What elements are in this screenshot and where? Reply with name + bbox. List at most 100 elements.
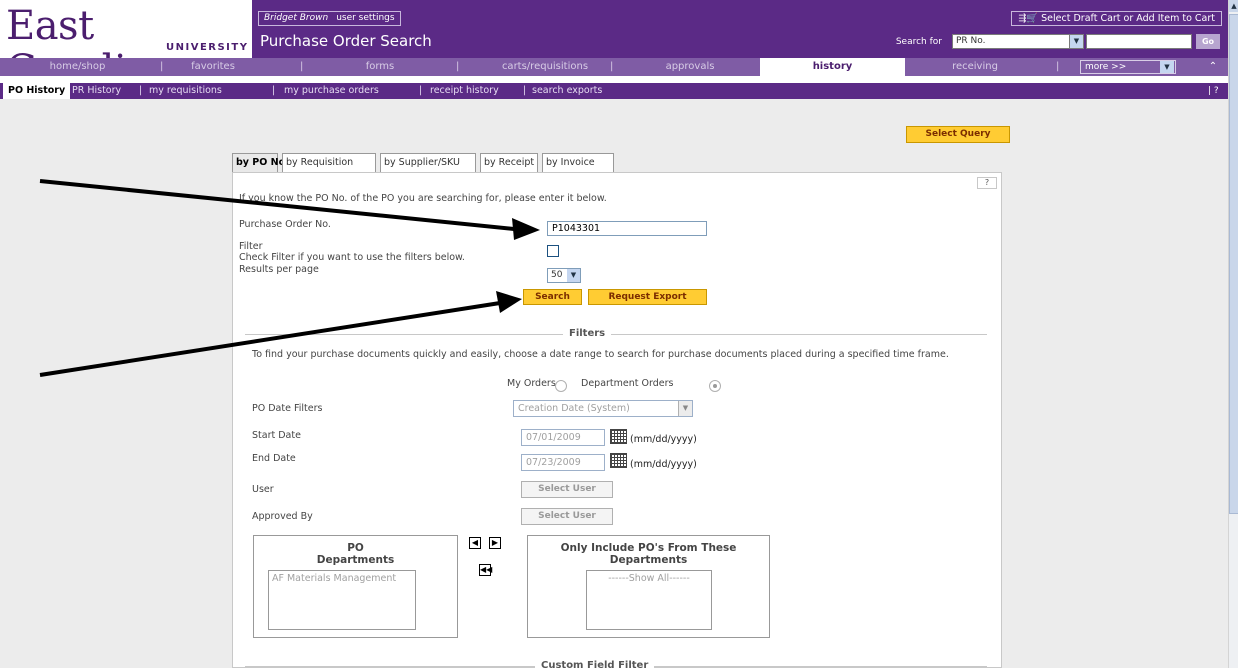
nav-separator: | bbox=[160, 61, 164, 72]
nav-separator: | bbox=[456, 61, 460, 72]
subnav-my-requisitions[interactable]: my requisitions bbox=[149, 83, 222, 99]
my-orders-radio[interactable] bbox=[555, 380, 567, 392]
more-label: more >> bbox=[1085, 62, 1127, 72]
end-date-label: End Date bbox=[252, 453, 296, 464]
search-for-label: Search for bbox=[895, 37, 942, 47]
results-per-page-select[interactable]: 50 ▼ bbox=[547, 268, 581, 283]
calendar-icon[interactable] bbox=[610, 453, 627, 468]
user-settings-link[interactable]: user settings bbox=[336, 13, 394, 23]
sub-nav: PO History PR History | my requisitions … bbox=[0, 76, 1228, 99]
panel-help-button[interactable]: ? bbox=[977, 177, 997, 189]
chevron-down-icon[interactable]: ▼ bbox=[1160, 61, 1174, 73]
select-user-button[interactable]: Select User bbox=[521, 481, 613, 498]
start-date-label: Start Date bbox=[252, 430, 301, 441]
move-right-icon[interactable]: ▶ bbox=[489, 537, 501, 549]
department-orders-radio[interactable] bbox=[709, 380, 721, 392]
start-date-format: (mm/dd/yyyy) bbox=[630, 434, 697, 445]
collapse-icon[interactable]: ⌃ bbox=[1206, 60, 1220, 74]
subnav-po-history[interactable]: PO History bbox=[3, 83, 71, 99]
po-date-filters-label: PO Date Filters bbox=[252, 403, 323, 414]
filter-hint: Check Filter if you want to use the filt… bbox=[239, 252, 465, 263]
po-number-label: Purchase Order No. bbox=[239, 219, 331, 230]
filters-title: Filters bbox=[563, 328, 612, 339]
move-left-icon[interactable]: ◀ bbox=[469, 537, 481, 549]
filter-label: Filter bbox=[239, 241, 263, 252]
user-name[interactable]: Bridget Brown bbox=[264, 13, 328, 23]
tab-by-receipt[interactable]: by Receipt bbox=[480, 153, 538, 173]
nav-carts-requisitions[interactable]: carts/requisitions bbox=[480, 58, 610, 76]
nav-home-shop[interactable]: home/shop bbox=[0, 58, 155, 76]
po-departments-list[interactable]: AF Materials Management bbox=[268, 570, 416, 630]
page-scrollbar[interactable]: ▲ bbox=[1228, 0, 1238, 668]
subnav-receipt-history[interactable]: receipt history bbox=[430, 83, 499, 99]
main-content: Select Query by PO No. by Requisition by… bbox=[0, 99, 1228, 668]
tab-by-supplier-sku[interactable]: by Supplier/SKU bbox=[380, 153, 476, 173]
request-export-button[interactable]: Request Export bbox=[588, 289, 707, 305]
subnav-separator: | bbox=[139, 85, 143, 96]
more-select[interactable]: more >> ▼ bbox=[1080, 60, 1176, 74]
po-number-input[interactable]: P1043301 bbox=[547, 221, 707, 236]
select-query-button[interactable]: Select Query bbox=[906, 126, 1010, 143]
scroll-up-icon[interactable]: ▲ bbox=[1229, 0, 1238, 12]
filters-description: To find your purchase documents quickly … bbox=[252, 349, 949, 360]
nav-separator: | bbox=[300, 61, 304, 72]
search-type-select[interactable]: PR No. ▼ bbox=[952, 34, 1084, 49]
end-date-input[interactable]: 07/23/2009 bbox=[521, 454, 605, 471]
move-all-left-icon[interactable]: ◀◀ bbox=[479, 564, 492, 576]
chevron-down-icon[interactable]: ▼ bbox=[1069, 35, 1083, 48]
nav-receiving[interactable]: receiving bbox=[905, 58, 1045, 76]
calendar-icon[interactable] bbox=[610, 429, 627, 444]
po-date-filter-select[interactable]: Creation Date (System) ▼ bbox=[513, 400, 693, 417]
title-bar: Bridget Brown user settings Purchase Orde… bbox=[252, 0, 1228, 58]
intro-text: If you know the PO No. of the PO you are… bbox=[239, 193, 607, 204]
subnav-separator: | bbox=[419, 85, 423, 96]
logo-university: UNIVERSITY bbox=[166, 42, 249, 53]
custom-field-filter-title: Custom Field Filter bbox=[535, 660, 655, 668]
filter-checkbox[interactable] bbox=[547, 245, 559, 257]
list-item[interactable]: AF Materials Management bbox=[272, 573, 412, 584]
cart-label: Select Draft Cart or Add Item to Cart bbox=[1041, 13, 1215, 24]
tab-by-requisition[interactable]: by Requisition bbox=[282, 153, 376, 173]
chevron-down-icon[interactable]: ▼ bbox=[567, 269, 580, 282]
scroll-thumb[interactable] bbox=[1229, 14, 1238, 514]
nav-history[interactable]: history bbox=[760, 58, 905, 76]
subnav-search-exports[interactable]: search exports bbox=[532, 83, 602, 99]
approved-by-label: Approved By bbox=[252, 511, 313, 522]
nav-forms[interactable]: forms bbox=[340, 58, 420, 76]
po-date-filter-value: Creation Date (System) bbox=[518, 403, 630, 414]
search-input[interactable] bbox=[1086, 34, 1192, 49]
department-orders-label: Department Orders bbox=[581, 378, 674, 389]
list-item[interactable]: ------Show All------ bbox=[590, 573, 708, 584]
nav-favorites[interactable]: favorites bbox=[168, 58, 258, 76]
main-nav: home/shop | favorites | forms | carts/re… bbox=[0, 58, 1228, 76]
cart-icon: ⇶🛒 bbox=[1018, 13, 1039, 24]
search-button[interactable]: Search bbox=[523, 289, 582, 305]
go-button[interactable]: Go bbox=[1196, 34, 1220, 49]
header: East Carolina UNIVERSITY Bridget Brown us… bbox=[0, 0, 1228, 92]
tab-by-po-no[interactable]: by PO No. bbox=[232, 153, 289, 174]
po-departments-box: PO Departments AF Materials Management bbox=[253, 535, 458, 638]
nav-separator: | bbox=[1056, 61, 1060, 72]
nav-approvals[interactable]: approvals bbox=[640, 58, 740, 76]
my-orders-label: My Orders bbox=[507, 378, 556, 389]
results-per-page-value: 50 bbox=[551, 270, 563, 280]
po-departments-title: PO Departments bbox=[316, 542, 395, 566]
chevron-down-icon[interactable]: ▼ bbox=[678, 401, 692, 416]
tab-by-invoice[interactable]: by Invoice bbox=[542, 153, 614, 173]
only-include-list[interactable]: ------Show All------ bbox=[586, 570, 712, 630]
help-link[interactable]: | ? bbox=[1208, 83, 1219, 99]
filters-divider bbox=[245, 334, 987, 335]
search-panel: ? If you know the PO No. of the PO you a… bbox=[232, 172, 1002, 668]
subnav-pr-history[interactable]: PR History bbox=[72, 83, 121, 99]
search-type-value: PR No. bbox=[956, 36, 986, 46]
select-approver-button[interactable]: Select User bbox=[521, 508, 613, 525]
subnav-separator: | bbox=[523, 85, 527, 96]
cart-button[interactable]: ⇶🛒 Select Draft Cart or Add Item to Cart bbox=[1011, 11, 1222, 26]
ecu-logo[interactable]: East Carolina UNIVERSITY bbox=[0, 0, 252, 92]
user-menu[interactable]: Bridget Brown user settings bbox=[258, 11, 401, 26]
user-label: User bbox=[252, 484, 274, 495]
subnav-separator: | bbox=[272, 85, 276, 96]
end-date-format: (mm/dd/yyyy) bbox=[630, 459, 697, 470]
subnav-my-purchase-orders[interactable]: my purchase orders bbox=[284, 83, 379, 99]
start-date-input[interactable]: 07/01/2009 bbox=[521, 429, 605, 446]
